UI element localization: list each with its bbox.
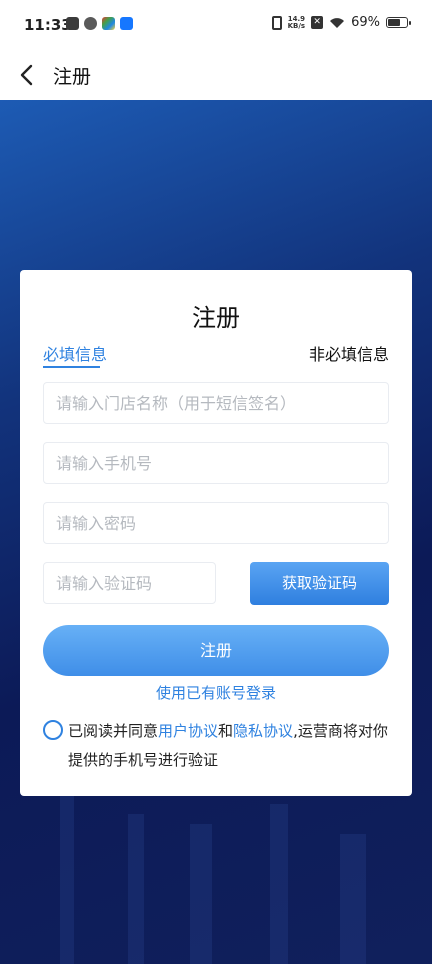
agreement-checkbox[interactable] — [43, 720, 63, 740]
wifi-icon — [330, 17, 345, 28]
battery-fill — [388, 19, 401, 26]
agreement-text: 已阅读并同意用户协议和隐私协议,运营商将对你提供的手机号进行验证 — [68, 717, 390, 775]
background-stripe — [128, 814, 144, 964]
background-stripe — [270, 804, 288, 964]
network-speed: 14.9 KB/s — [287, 15, 306, 30]
privacy-agreement-link[interactable]: 隐私协议 — [233, 722, 293, 740]
app-color-icon — [102, 17, 115, 30]
network-speed-unit: KB/s — [287, 21, 306, 30]
background-stripe — [60, 784, 74, 964]
agreement-and: 和 — [218, 722, 234, 740]
app-notification-icon — [66, 17, 79, 30]
phone-input[interactable] — [43, 442, 389, 484]
agreement-prefix: 已阅读并同意 — [68, 722, 159, 740]
alipay-icon — [120, 17, 133, 30]
register-button[interactable]: 注册 — [43, 625, 389, 676]
app-sync-icon — [84, 17, 97, 30]
tab-active-underline — [43, 366, 100, 368]
background-stripe — [340, 834, 366, 964]
login-existing-account-link[interactable]: 使用已有账号登录 — [20, 682, 412, 703]
card-title: 注册 — [192, 304, 240, 332]
status-bar: 11:33 14.9 KB/s ✕ 69% — [0, 0, 432, 50]
status-app-icons — [66, 17, 133, 30]
tab-optional-info[interactable]: 非必填信息 — [309, 341, 389, 365]
status-time: 11:33 — [24, 16, 72, 34]
register-card: 注册 必填信息 非必填信息 获取验证码 注册 使用已有账号登录 已阅读并同意用户… — [20, 270, 412, 796]
user-agreement-link[interactable]: 用户协议 — [158, 722, 218, 740]
battery-percent: 69% — [351, 15, 380, 30]
background-stripe — [190, 824, 212, 964]
nav-bar: 注册 — [0, 50, 432, 100]
page-title: 注册 — [53, 66, 92, 88]
chevron-left-icon[interactable] — [14, 60, 42, 90]
vibrate-icon — [271, 15, 282, 30]
status-right: 14.9 KB/s ✕ 69% — [271, 15, 411, 30]
sim-x-icon: ✕ — [311, 16, 324, 29]
store-name-input[interactable] — [43, 382, 389, 424]
battery-icon — [386, 17, 411, 28]
verification-code-input[interactable] — [43, 562, 216, 604]
password-input[interactable] — [43, 502, 389, 544]
tab-required-info[interactable]: 必填信息 — [43, 341, 107, 365]
get-code-button[interactable]: 获取验证码 — [250, 562, 389, 605]
